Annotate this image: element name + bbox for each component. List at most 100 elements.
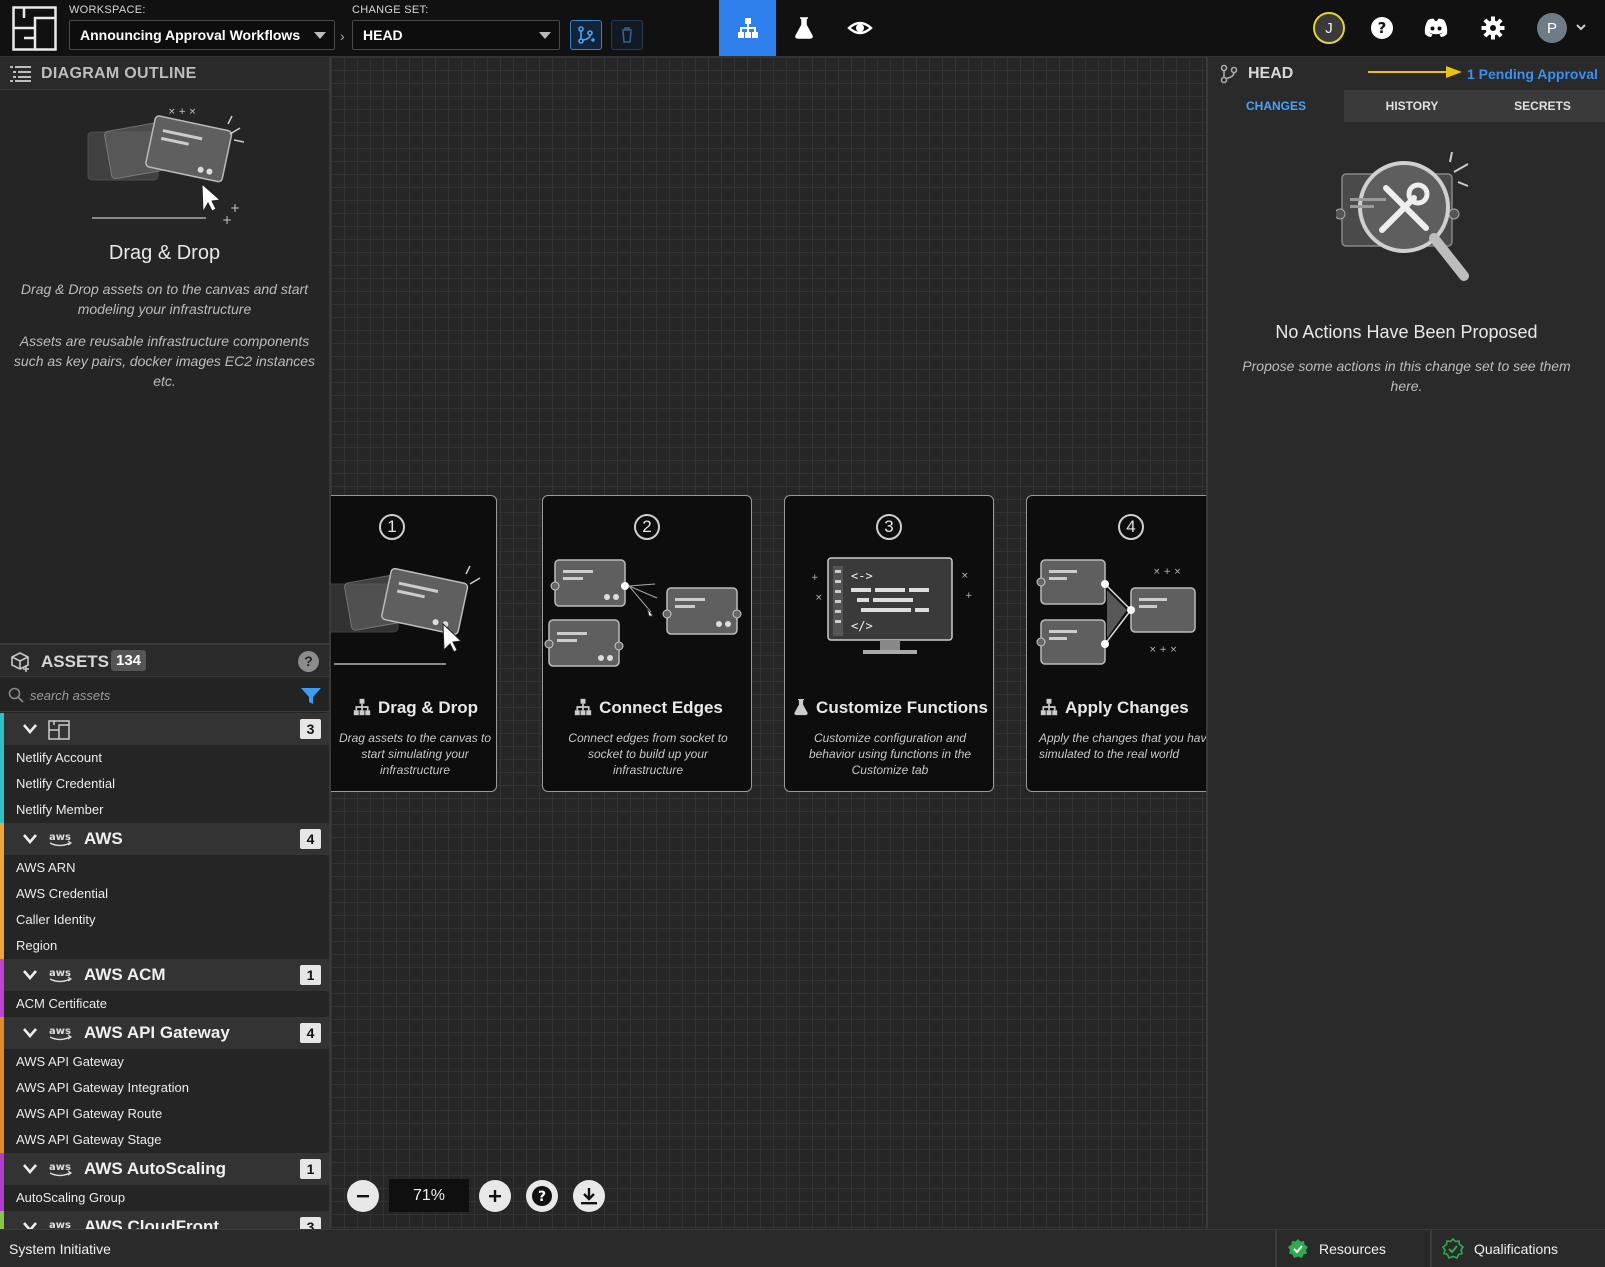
top-bar: WORKSPACE: Announcing Approval Workflows…	[0, 0, 1605, 57]
status-qualifications-label: Qualifications	[1474, 1241, 1559, 1257]
chevron-down-icon[interactable]	[22, 1026, 38, 1040]
tab-model[interactable]	[719, 0, 776, 56]
asset-category-header[interactable]: aws AWS CloudFront 3	[0, 1211, 329, 1229]
diagram-outline-header: DIAGRAM OUTLINE	[0, 57, 329, 90]
asset-item[interactable]: AWS API Gateway Integration	[0, 1075, 329, 1101]
diagram-icon	[737, 18, 758, 38]
diagram-icon	[1040, 698, 1058, 716]
asset-item[interactable]: AWS ARN	[0, 855, 329, 881]
help-icon: ?	[1371, 17, 1393, 39]
beaker-icon	[794, 17, 813, 39]
chevron-down-icon[interactable]	[22, 722, 38, 736]
user-avatar[interactable]: J	[1313, 12, 1345, 44]
asset-item[interactable]: Netlify Member	[0, 797, 329, 823]
tab-view[interactable]	[831, 0, 888, 56]
asset-category-header[interactable]: aws AWS ACM 1	[0, 959, 329, 991]
no-actions-illustration	[1336, 152, 1469, 281]
chevron-down-icon[interactable]	[22, 1162, 38, 1176]
filter-icon[interactable]	[300, 686, 322, 706]
svg-text:?: ?	[1378, 19, 1387, 37]
svg-text:aws: aws	[49, 1162, 71, 1173]
help-icon: ?	[532, 1186, 552, 1206]
changeset-label: CHANGE SET:	[352, 4, 429, 16]
asset-item[interactable]: AWS API Gateway	[0, 1049, 329, 1075]
asset-item[interactable]: Netlify Account	[0, 745, 329, 771]
asset-item[interactable]: AWS API Gateway Stage	[0, 1127, 329, 1153]
discord-button[interactable]	[1420, 12, 1452, 44]
assets-count-badge: 134	[111, 650, 147, 671]
step-number: 4	[1118, 514, 1144, 540]
asset-search-input[interactable]	[30, 684, 290, 706]
asset-item[interactable]: Netlify Credential	[0, 771, 329, 797]
asset-category-header[interactable]: aws AWS API Gateway 4	[0, 1017, 329, 1049]
step-number: 3	[876, 514, 902, 540]
chevron-down-icon[interactable]	[22, 1220, 38, 1229]
changeset-select[interactable]: HEAD	[352, 20, 560, 50]
card-title: Customize Functions	[785, 698, 993, 718]
card-title: Apply Changes	[1039, 698, 1206, 718]
svg-text:aws: aws	[49, 832, 71, 843]
asset-item[interactable]: AWS API Gateway Route	[0, 1101, 329, 1127]
profile-avatar[interactable]: P	[1537, 13, 1567, 43]
card-title-text: Connect Edges	[599, 698, 723, 717]
abandon-changeset-button[interactable]	[611, 20, 643, 50]
status-qualifications[interactable]: Qualifications	[1430, 1230, 1605, 1267]
chevron-right-icon: ›	[340, 28, 345, 44]
canvas-help-button[interactable]: ?	[526, 1180, 558, 1212]
asset-item[interactable]: ACM Certificate	[0, 991, 329, 1017]
list-icon	[10, 66, 31, 82]
minus-icon	[357, 1195, 369, 1198]
tab-secrets[interactable]: SECRETS	[1480, 90, 1605, 122]
help-icon[interactable]: ?	[298, 651, 319, 672]
card-description: Apply the changes that you have simulate…	[1039, 731, 1206, 761]
settings-button[interactable]	[1477, 12, 1509, 44]
asset-category-name: AWS ACM	[84, 965, 166, 984]
asset-item[interactable]: AutoScaling Group	[0, 1185, 329, 1211]
package-plus-icon	[11, 652, 29, 672]
right-panel: HEAD 1 Pending Approval CHANGES HISTORY …	[1206, 57, 1605, 1229]
caret-down-icon	[314, 32, 326, 39]
asset-category-header[interactable]: 3	[0, 713, 329, 745]
asset-item[interactable]: Region	[0, 933, 329, 959]
app-logo[interactable]	[12, 6, 57, 51]
svg-text:+: +	[222, 213, 232, 227]
card-title: Connect Edges	[543, 698, 751, 718]
tab-history[interactable]: HISTORY	[1344, 90, 1480, 122]
asset-category-header[interactable]: aws AWS AutoScaling 1	[0, 1153, 329, 1185]
asset-item[interactable]: AWS Credential	[0, 881, 329, 907]
card-title-text: Drag & Drop	[377, 698, 479, 717]
svg-text:+: +	[811, 573, 819, 583]
tab-changes[interactable]: CHANGES	[1208, 90, 1344, 122]
svg-text:×: ×	[961, 571, 969, 581]
download-icon	[581, 1188, 597, 1205]
trash-icon	[622, 27, 632, 43]
status-resources[interactable]: Resources	[1275, 1230, 1430, 1267]
zoom-in-button[interactable]	[479, 1180, 511, 1212]
status-bar: System Initiative Resources Qualificatio…	[0, 1229, 1605, 1267]
svg-text:<->: <->	[851, 569, 873, 583]
chevron-down-icon[interactable]	[22, 968, 38, 982]
card-title-text: Apply Changes	[1065, 698, 1189, 717]
svg-text:×: ×	[815, 593, 823, 603]
chevron-down-icon[interactable]	[1575, 22, 1587, 32]
diagram-canvas[interactable]: 1 Drag & Drop Drag assets to the canvas …	[331, 57, 1206, 1229]
pending-approval-link[interactable]: 1 Pending Approval	[1467, 66, 1598, 82]
aws-logo-icon: aws	[49, 1162, 73, 1177]
asset-item[interactable]: Caller Identity	[0, 907, 329, 933]
card-title: Drag & Drop	[332, 698, 496, 718]
tab-customize[interactable]	[775, 0, 832, 56]
step-number: 2	[634, 514, 660, 540]
workspace-select[interactable]: Announcing Approval Workflows	[69, 20, 335, 50]
assets-header: ASSETS 134 ?	[0, 643, 329, 677]
zoom-out-button[interactable]	[347, 1180, 379, 1212]
asset-category-header[interactable]: aws AWS 4	[0, 823, 329, 855]
onboarding-card-apply-changes: 4 × + × × + × Apply Changes Apply the cha…	[1026, 495, 1206, 792]
chevron-down-icon[interactable]	[22, 832, 38, 846]
download-button[interactable]	[573, 1180, 605, 1212]
diagram-outline-title: DIAGRAM OUTLINE	[41, 65, 197, 82]
create-changeset-button[interactable]	[570, 20, 602, 50]
search-icon	[8, 687, 24, 703]
zoom-level[interactable]: 71%	[389, 1179, 469, 1212]
netlify-logo-icon	[48, 720, 70, 740]
help-button[interactable]: ?	[1366, 12, 1398, 44]
